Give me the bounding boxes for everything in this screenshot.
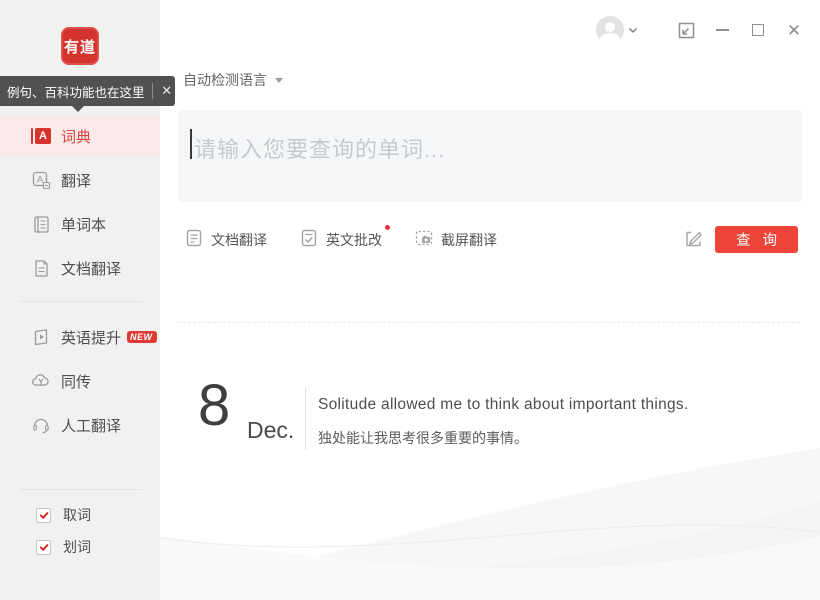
sidebar-item-interpretation[interactable]: 同传: [0, 367, 160, 395]
tooltip-text: 例句、百科功能也在这里: [7, 85, 145, 100]
human-translate-icon: [31, 415, 51, 435]
daily-month: Dec.: [247, 417, 295, 443]
sidebar-item-dictionary[interactable]: A 词典: [0, 122, 160, 150]
tooltip-close-icon[interactable]: ✕: [158, 81, 175, 101]
toggle-label: 划词: [63, 539, 91, 555]
wordbook-icon: [31, 214, 51, 234]
word-capture-toggle[interactable]: 取词: [0, 503, 160, 527]
document-icon: [31, 258, 51, 278]
sidebar-item-doc-translate[interactable]: 文档翻译: [0, 254, 160, 282]
new-badge: NEW: [127, 330, 157, 344]
daily-day: 8: [198, 373, 231, 438]
cloud-interpret-icon: [31, 371, 51, 391]
youdao-logo-icon: 有道: [61, 27, 99, 65]
shortcut-label: 英文批改: [326, 232, 382, 248]
youdao-dictionary-window: 有道 A 词典 A 翻译 单词本 文档翻译 英语提升 NEW 同传 人工翻译 取…: [0, 0, 820, 600]
sidebar-divider: [20, 301, 142, 302]
compact-mode-icon[interactable]: [674, 18, 698, 42]
close-icon[interactable]: ✕: [782, 18, 806, 42]
screenshot-translate-icon: [415, 229, 433, 252]
main-panel: ✕ 自动检测语言 请输入您要查询的单词... 文档翻译 英文批改 截屏翻译 查 …: [160, 0, 820, 600]
shortcut-doc-translate[interactable]: 文档翻译: [185, 229, 267, 252]
sidebar-divider: [20, 489, 142, 490]
daily-sentence-card[interactable]: 8 Dec. Solitude allowed me to think abou…: [160, 375, 800, 465]
user-avatar[interactable]: [596, 16, 624, 44]
language-selector[interactable]: 自动检测语言: [183, 70, 283, 90]
text-caret: [190, 129, 192, 159]
dictionary-icon: A: [31, 126, 51, 146]
search-input[interactable]: 请输入您要查询的单词...: [178, 110, 802, 202]
sidebar-item-label: 翻译: [61, 172, 92, 190]
translate-icon: A: [31, 170, 51, 190]
sidebar-item-label: 英语提升: [61, 329, 122, 347]
sidebar-item-english-boost[interactable]: 英语提升 NEW: [0, 323, 160, 351]
checkbox-checked-icon[interactable]: [36, 539, 51, 555]
language-selector-label: 自动检测语言: [183, 72, 267, 88]
feature-tooltip: 例句、百科功能也在这里 ✕: [0, 76, 175, 106]
checkbox-checked-icon[interactable]: [36, 507, 51, 523]
tooltip-divider: [151, 83, 153, 99]
sidebar-item-wordbook[interactable]: 单词本: [0, 210, 160, 238]
word-select-toggle[interactable]: 划词: [0, 535, 160, 559]
english-boost-icon: [31, 327, 51, 347]
shortcut-row: 文档翻译 英文批改 截屏翻译: [185, 224, 497, 252]
sidebar-item-label: 人工翻译: [61, 417, 122, 435]
shortcut-label: 文档翻译: [211, 232, 267, 248]
search-placeholder: 请输入您要查询的单词...: [194, 137, 446, 162]
sidebar-item-label: 文档翻译: [61, 260, 122, 278]
window-controls: ✕: [596, 14, 806, 46]
english-correct-icon: [300, 229, 318, 252]
svg-text:A: A: [36, 174, 43, 185]
query-button[interactable]: 查 询: [715, 226, 798, 253]
shortcut-english-correct[interactable]: 英文批改: [300, 224, 390, 252]
daily-sentence-english: Solitude allowed me to think about impor…: [318, 396, 689, 413]
section-divider: [178, 322, 800, 323]
minimize-icon[interactable]: [710, 18, 734, 42]
handwriting-icon[interactable]: [683, 228, 705, 250]
sidebar-item-label: 同传: [61, 373, 92, 391]
shortcut-label: 截屏翻译: [441, 232, 497, 248]
daily-sentence-chinese: 独处能让我思考很多重要的事情。: [318, 430, 528, 446]
tooltip-arrow: [72, 106, 84, 112]
daily-divider: [305, 388, 306, 450]
maximize-icon[interactable]: [746, 18, 770, 42]
toggle-label: 取词: [63, 507, 91, 523]
caret-down-icon: [275, 77, 283, 83]
shortcut-screenshot-translate[interactable]: 截屏翻译: [415, 229, 497, 252]
sidebar-item-label: 词典: [61, 128, 92, 146]
account-chevron-down-icon[interactable]: [626, 18, 640, 42]
doc-translate-icon: [185, 229, 203, 252]
sidebar-item-human-translate[interactable]: 人工翻译: [0, 411, 160, 439]
sidebar-item-label: 单词本: [61, 216, 107, 234]
notification-dot: [385, 224, 390, 230]
sidebar-item-translate[interactable]: A 翻译: [0, 166, 160, 194]
